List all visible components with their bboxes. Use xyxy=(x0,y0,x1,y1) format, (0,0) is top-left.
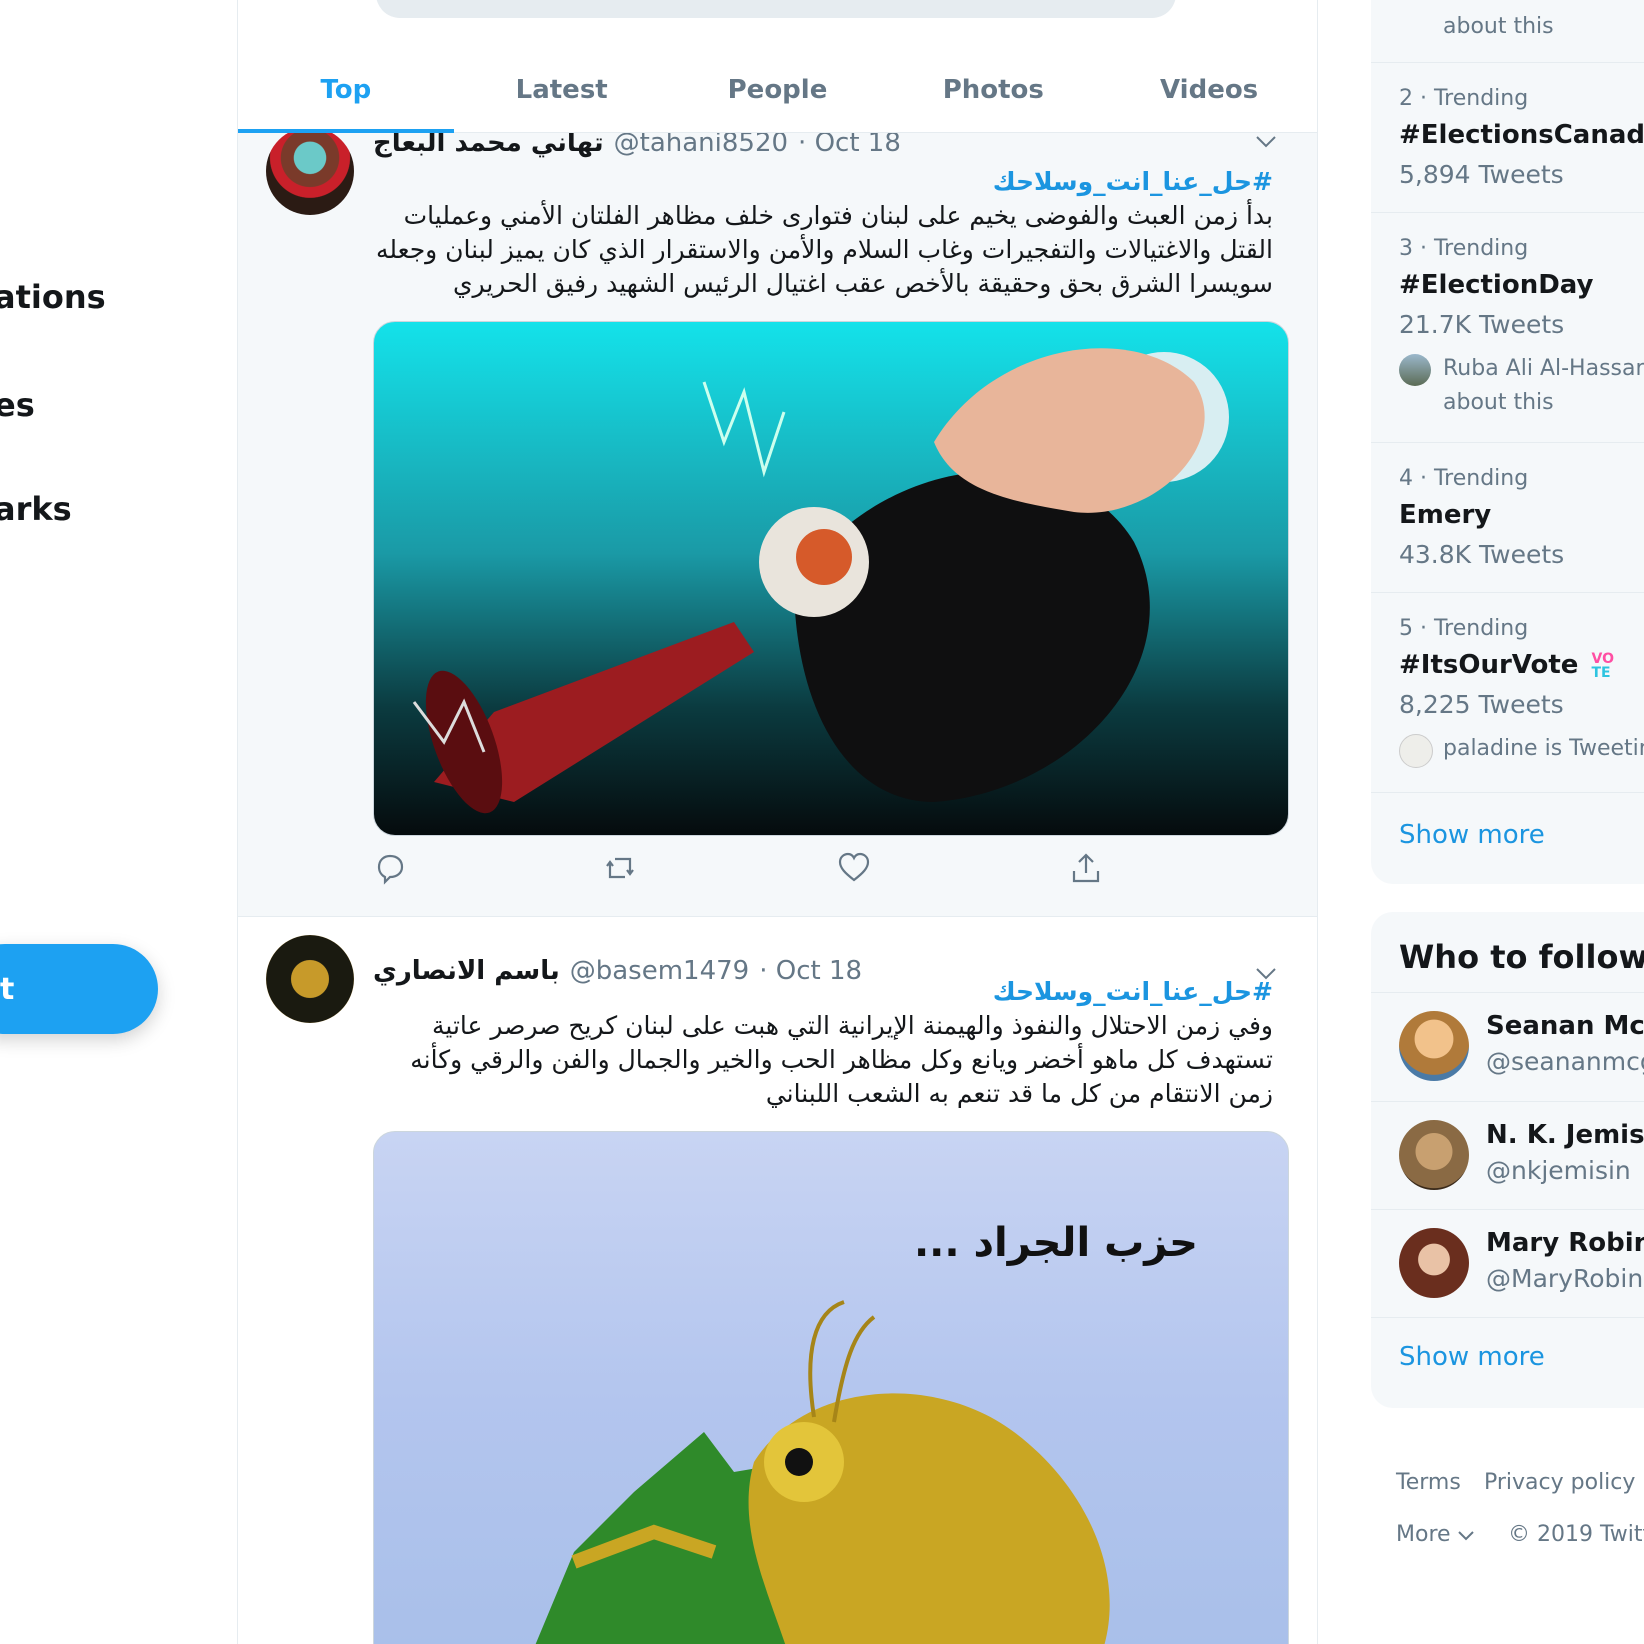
tweet-text: #حل_عنا_انت_وسلاحك بدأ زمن العبث والفوضى… xyxy=(373,165,1273,301)
trend-meta: 4 · Trending xyxy=(1399,466,1529,491)
divider xyxy=(1371,442,1644,443)
trend-count: 43.8K Tweets xyxy=(1399,540,1565,569)
user-handle[interactable]: @nkjemisin xyxy=(1486,1156,1631,1185)
image-caption: حزب الجراد ... xyxy=(913,1220,1198,1266)
tweet-image[interactable] xyxy=(373,321,1289,836)
trend-name: #ElectionsCanada xyxy=(1399,120,1644,150)
avatar xyxy=(1399,354,1431,386)
hashtag-link[interactable]: #حل_عنا_انت_وسلاحك xyxy=(373,975,1273,1009)
panel-title: Who to follow xyxy=(1399,938,1644,976)
tweet-button[interactable]: t xyxy=(0,944,158,1034)
search-tabs: Top Latest People Photos Videos xyxy=(238,48,1317,133)
user-handle[interactable]: @tahani8520 xyxy=(614,133,788,158)
divider xyxy=(1371,792,1644,793)
divider xyxy=(1371,1317,1644,1318)
divider xyxy=(1371,62,1644,63)
tweet-button-label: t xyxy=(0,971,15,1007)
user-name[interactable]: Mary Robine xyxy=(1486,1228,1644,1258)
cartoon-illustration xyxy=(535,1300,1110,1644)
footer-privacy-link[interactable]: Privacy policy xyxy=(1484,1470,1635,1495)
tab-people[interactable]: People xyxy=(670,48,886,132)
trend-name-text: #ItsOurVote xyxy=(1399,650,1579,680)
trend-meta: 5 · Trending xyxy=(1399,616,1529,641)
search-input[interactable] xyxy=(376,0,1176,18)
trend-meta: 2 · Trending xyxy=(1399,86,1529,111)
tab-latest[interactable]: Latest xyxy=(454,48,670,132)
who-to-follow-panel: Who to follow Seanan McG @seananmcg N. K… xyxy=(1371,912,1644,1408)
user-name[interactable]: Seanan McG xyxy=(1486,1011,1644,1041)
tweet-body: بدأ زمن العبث والفوضى يخيم على لبنان فتو… xyxy=(375,201,1273,298)
timeline-column: Top Latest People Photos Videos تهاني مح… xyxy=(237,0,1318,1644)
tab-videos[interactable]: Videos xyxy=(1101,48,1317,132)
trend-count: 21.7K Tweets xyxy=(1399,310,1565,339)
tab-photos[interactable]: Photos xyxy=(885,48,1101,132)
user-handle[interactable]: @MaryRobine xyxy=(1486,1264,1644,1293)
avatar xyxy=(1399,734,1433,768)
like-icon[interactable] xyxy=(837,851,871,885)
trend-name: Emery xyxy=(1399,500,1492,530)
follow-suggestion[interactable]: N. K. Jemisin @nkjemisin xyxy=(1371,1102,1644,1210)
divider xyxy=(1371,592,1644,593)
tweet-header: تهاني محمد البعاج @tahani8520 · Oct 18 xyxy=(373,133,901,163)
trend-count: 5,894 Tweets xyxy=(1399,160,1564,189)
tab-top[interactable]: Top xyxy=(238,48,454,133)
trend-context-user: paladine is Tweeting xyxy=(1443,736,1644,761)
follow-suggestion[interactable]: Mary Robine @MaryRobine xyxy=(1371,1210,1644,1318)
footer-copyright: © 2019 Twitt xyxy=(1508,1522,1644,1547)
user-handle[interactable]: @seananmcg xyxy=(1486,1047,1644,1076)
tweet-text: #حل_عنا_انت_وسلاحك وفي زمن الاحتلال والن… xyxy=(373,975,1273,1111)
tweet[interactable]: باسم الانصاري @basem1479 · Oct 18 #حل_عن… xyxy=(238,917,1317,1644)
trends-panel: about this 2 · Trending #ElectionsCanada… xyxy=(1371,0,1644,884)
trend-name: #ElectionDay xyxy=(1399,270,1594,300)
reply-icon[interactable] xyxy=(373,851,407,885)
divider xyxy=(1371,212,1644,213)
show-more-link[interactable]: Show more xyxy=(1399,1342,1545,1372)
nav-item-bookmarks[interactable]: arks xyxy=(0,490,72,528)
display-name[interactable]: تهاني محمد البعاج xyxy=(373,133,604,158)
vote-emoji-icon: VO TE xyxy=(1592,652,1615,680)
footer-more-link[interactable]: More xyxy=(1396,1522,1474,1547)
follow-suggestion[interactable]: Seanan McG @seananmcg xyxy=(1371,993,1644,1101)
avatar[interactable] xyxy=(1399,1228,1469,1298)
retweet-icon[interactable] xyxy=(603,851,637,885)
avatar[interactable] xyxy=(1399,1120,1469,1190)
avatar[interactable] xyxy=(266,133,354,215)
trend-name: #ItsOurVote VO TE xyxy=(1399,650,1614,680)
cartoon-illustration xyxy=(412,348,1229,814)
show-more-link[interactable]: Show more xyxy=(1399,820,1545,850)
share-icon[interactable] xyxy=(1069,851,1103,885)
avatar[interactable] xyxy=(1399,1011,1469,1081)
back-arrow-icon[interactable] xyxy=(276,0,296,6)
tweet-image[interactable]: حزب الجراد ... xyxy=(373,1131,1289,1644)
chevron-down-icon[interactable] xyxy=(1255,135,1277,149)
footer-terms-link[interactable]: Terms xyxy=(1396,1470,1461,1495)
badge-bottom: TE xyxy=(1591,664,1611,681)
hashtag-link[interactable]: #حل_عنا_انت_وسلاحك xyxy=(373,165,1273,199)
user-name[interactable]: N. K. Jemisin xyxy=(1486,1120,1644,1150)
tweet-actions xyxy=(373,851,1273,891)
trend-meta: 3 · Trending xyxy=(1399,236,1529,261)
trend-context: about this xyxy=(1443,14,1554,39)
footer-more-label: More xyxy=(1396,1522,1451,1547)
tweet-date[interactable]: · Oct 18 xyxy=(798,133,901,158)
trend-context-user: Ruba Ali Al-Hassani xyxy=(1443,356,1644,381)
chevron-down-icon xyxy=(1457,1531,1474,1541)
tweet[interactable]: تهاني محمد البعاج @tahani8520 · Oct 18 #… xyxy=(238,133,1317,917)
trend-count: 8,225 Tweets xyxy=(1399,690,1564,719)
nav-item-messages[interactable]: es xyxy=(0,386,35,424)
avatar[interactable] xyxy=(266,935,354,1023)
nav-item-notifications[interactable]: ations xyxy=(0,278,106,316)
trend-context-suffix: about this xyxy=(1443,390,1554,415)
tweet-body: وفي زمن الاحتلال والنفوذ والهيمنة الإيرا… xyxy=(410,1011,1273,1108)
